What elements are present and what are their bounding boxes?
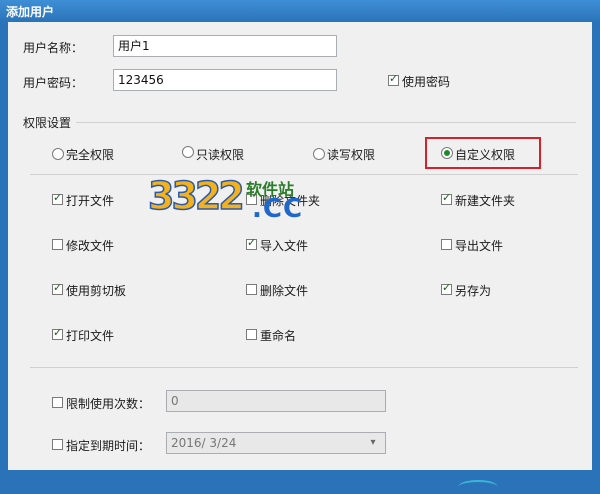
label-limit-count: 限制使用次数： <box>66 397 151 411</box>
checkbox-new-folder[interactable]: ✓ <box>441 191 452 205</box>
password-input[interactable]: 123456 <box>113 69 337 91</box>
check-icon: ✓ <box>53 191 63 204</box>
label-use-clipboard: 使用剪切板 <box>66 284 127 298</box>
checkbox-save-as[interactable]: ✓ <box>441 281 452 295</box>
username-label: 用户名称： <box>23 41 84 55</box>
label-open-file: 打开文件 <box>66 194 115 208</box>
title-bar: 添加用户 <box>0 0 600 22</box>
radio-full-permission-label: 完全权限 <box>66 148 115 162</box>
group-divider <box>76 122 576 123</box>
label-rename: 重命名 <box>260 329 297 343</box>
use-password-checkbox[interactable]: ✓ <box>388 72 399 86</box>
check-icon: ✓ <box>53 326 63 339</box>
checkbox-print-file[interactable]: ✓ <box>52 326 63 340</box>
radio-full-permission[interactable] <box>52 148 64 160</box>
watermark-suffix: .CC <box>252 194 304 224</box>
label-expire-date: 指定到期时间： <box>66 439 151 453</box>
password-label: 用户密码： <box>23 76 84 90</box>
label-import-file: 导入文件 <box>260 239 309 253</box>
dialog-body: 用户名称： 用户1 用户密码： 123456 ✓ 使用密码 权限设置 完全权限 … <box>8 22 592 482</box>
label-save-as: 另存为 <box>455 284 492 298</box>
options-divider <box>30 367 578 368</box>
radio-custom-permission[interactable] <box>441 147 453 159</box>
checkbox-use-clipboard[interactable]: ✓ <box>52 281 63 295</box>
checkbox-export-file[interactable] <box>441 239 452 250</box>
calendar-dropdown-icon[interactable]: ▾ <box>363 433 383 453</box>
radio-custom-permission-label: 自定义权限 <box>455 148 516 162</box>
label-export-file: 导出文件 <box>455 239 504 253</box>
radio-selected-dot <box>444 150 450 156</box>
checkbox-import-file[interactable]: ✓ <box>246 236 257 250</box>
modes-divider <box>30 174 578 175</box>
username-input[interactable]: 用户1 <box>113 35 337 57</box>
label-modify-file: 修改文件 <box>66 239 115 253</box>
watermark-digits: 3322 <box>147 173 245 219</box>
checkbox-open-file[interactable]: ✓ <box>52 191 63 205</box>
radio-readwrite-permission[interactable] <box>313 148 325 160</box>
check-icon: ✓ <box>442 281 452 294</box>
radio-readonly-permission-label: 只读权限 <box>196 148 245 162</box>
checkbox-delete-file[interactable] <box>246 284 257 295</box>
check-icon: ✓ <box>53 281 63 294</box>
checkbox-limit-count[interactable] <box>52 397 63 408</box>
watermark-logo: 3322 软件站 .CC <box>147 172 302 224</box>
checkbox-rename[interactable] <box>246 329 257 340</box>
check-icon: ✓ <box>442 191 452 204</box>
label-print-file: 打印文件 <box>66 329 115 343</box>
limit-count-input[interactable]: 0 <box>166 390 386 412</box>
radio-readonly-permission[interactable] <box>182 146 194 158</box>
permissions-group-title: 权限设置 <box>23 116 72 130</box>
use-password-label: 使用密码 <box>402 75 451 89</box>
checkbox-modify-file[interactable] <box>52 239 63 250</box>
label-new-folder: 新建文件夹 <box>455 194 516 208</box>
radio-readwrite-permission-label: 读写权限 <box>327 148 376 162</box>
expire-date-picker[interactable]: 2016/ 3/24 <box>166 432 386 454</box>
window-title: 添加用户 <box>6 5 55 19</box>
check-icon: ✓ <box>247 236 257 249</box>
check-icon: ✓ <box>389 72 399 85</box>
decorative-swoosh <box>458 480 498 494</box>
checkbox-expire-date[interactable] <box>52 439 63 450</box>
label-delete-file: 删除文件 <box>260 284 309 298</box>
